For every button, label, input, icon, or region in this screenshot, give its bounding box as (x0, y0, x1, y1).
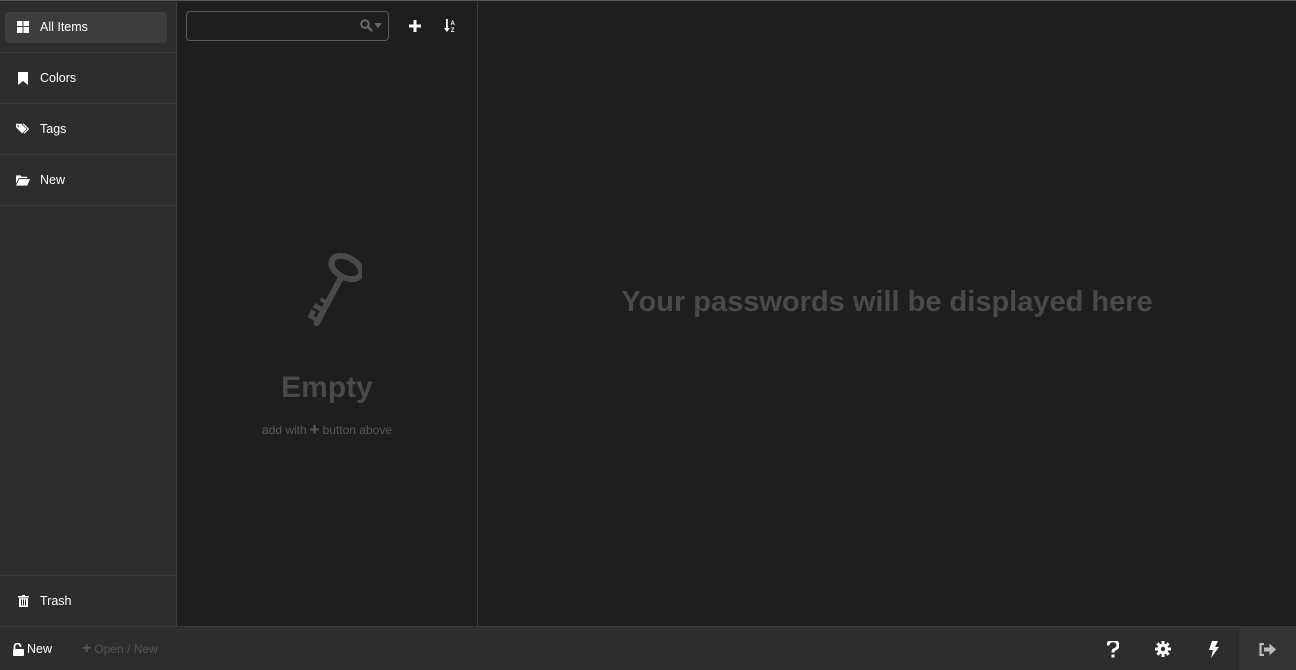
details-panel: Your passwords will be displayed here (478, 2, 1296, 626)
empty-title: Empty (281, 371, 373, 404)
plus-icon: + (309, 420, 320, 439)
plus-icon: + (82, 640, 92, 657)
menu-section-tags: Tags (0, 104, 176, 155)
sidebar-item-trash[interactable]: Trash (5, 586, 167, 617)
folder-open-icon (16, 173, 30, 187)
file-name: New (27, 642, 53, 656)
empty-hint: add with + button above (177, 420, 477, 439)
tags-icon (16, 122, 30, 136)
svg-text:A: A (451, 21, 456, 27)
grid-icon (16, 20, 30, 34)
sidebar-item-tags[interactable]: Tags (5, 114, 167, 145)
sidebar-item-label: New (40, 173, 66, 187)
sidebar-item-label: All Items (40, 20, 88, 34)
generator-button[interactable] (1188, 627, 1238, 670)
help-icon (1107, 640, 1119, 657)
menu-section-colors: Colors (0, 53, 176, 104)
sidebar-item-colors[interactable]: Colors (5, 63, 167, 94)
unlock-icon (13, 642, 24, 656)
entry-list-panel: AZ Empty add with + button above (177, 2, 478, 626)
sidebar-item-label: Trash (40, 594, 72, 608)
sidebar-menu: All Items Colors Tags New Trash (0, 2, 177, 626)
sidebar-item-label: Colors (40, 71, 77, 85)
open-new-button[interactable]: + Open / New (82, 640, 158, 658)
details-placeholder: Your passwords will be displayed here (621, 286, 1153, 318)
sort-alpha-icon: AZ (444, 19, 456, 33)
svg-text:Z: Z (451, 28, 455, 33)
plus-icon (409, 20, 421, 32)
search-box (186, 11, 389, 41)
bookmark-icon (16, 71, 30, 85)
help-button[interactable] (1088, 627, 1138, 670)
trash-icon (16, 594, 30, 608)
empty-state: Empty add with + button above (177, 247, 477, 439)
menu-section-trash: Trash (0, 575, 176, 626)
search-options-button[interactable] (360, 19, 382, 32)
lock-icon (1259, 642, 1276, 656)
settings-icon (1155, 641, 1171, 657)
add-entry-button[interactable] (401, 12, 429, 40)
empty-hint-after: button above (322, 423, 393, 437)
open-new-label: Open / New (94, 642, 158, 656)
search-icon (360, 19, 373, 32)
generator-icon (1208, 640, 1219, 658)
sidebar-item-label: Tags (40, 122, 67, 136)
open-file-new[interactable]: New (13, 642, 52, 656)
menu-section-groups: New (0, 155, 176, 206)
app-window: All Items Colors Tags New Trash A Z Empt… (0, 2, 1296, 626)
sort-button[interactable]: AZ (436, 12, 464, 40)
list-header: AZ (177, 2, 477, 50)
settings-button[interactable] (1138, 627, 1188, 670)
menu-section-all: All Items (0, 2, 176, 53)
search-input[interactable] (187, 12, 388, 40)
caret-down-icon (374, 23, 382, 28)
footer-bar: New + Open / New (0, 626, 1296, 670)
sidebar-item-new-group[interactable]: New (5, 165, 167, 196)
key-icon (307, 252, 362, 327)
empty-hint-before: add with (261, 423, 307, 437)
lock-button[interactable] (1238, 627, 1296, 670)
sidebar-item-all-items[interactable]: All Items (5, 11, 167, 43)
